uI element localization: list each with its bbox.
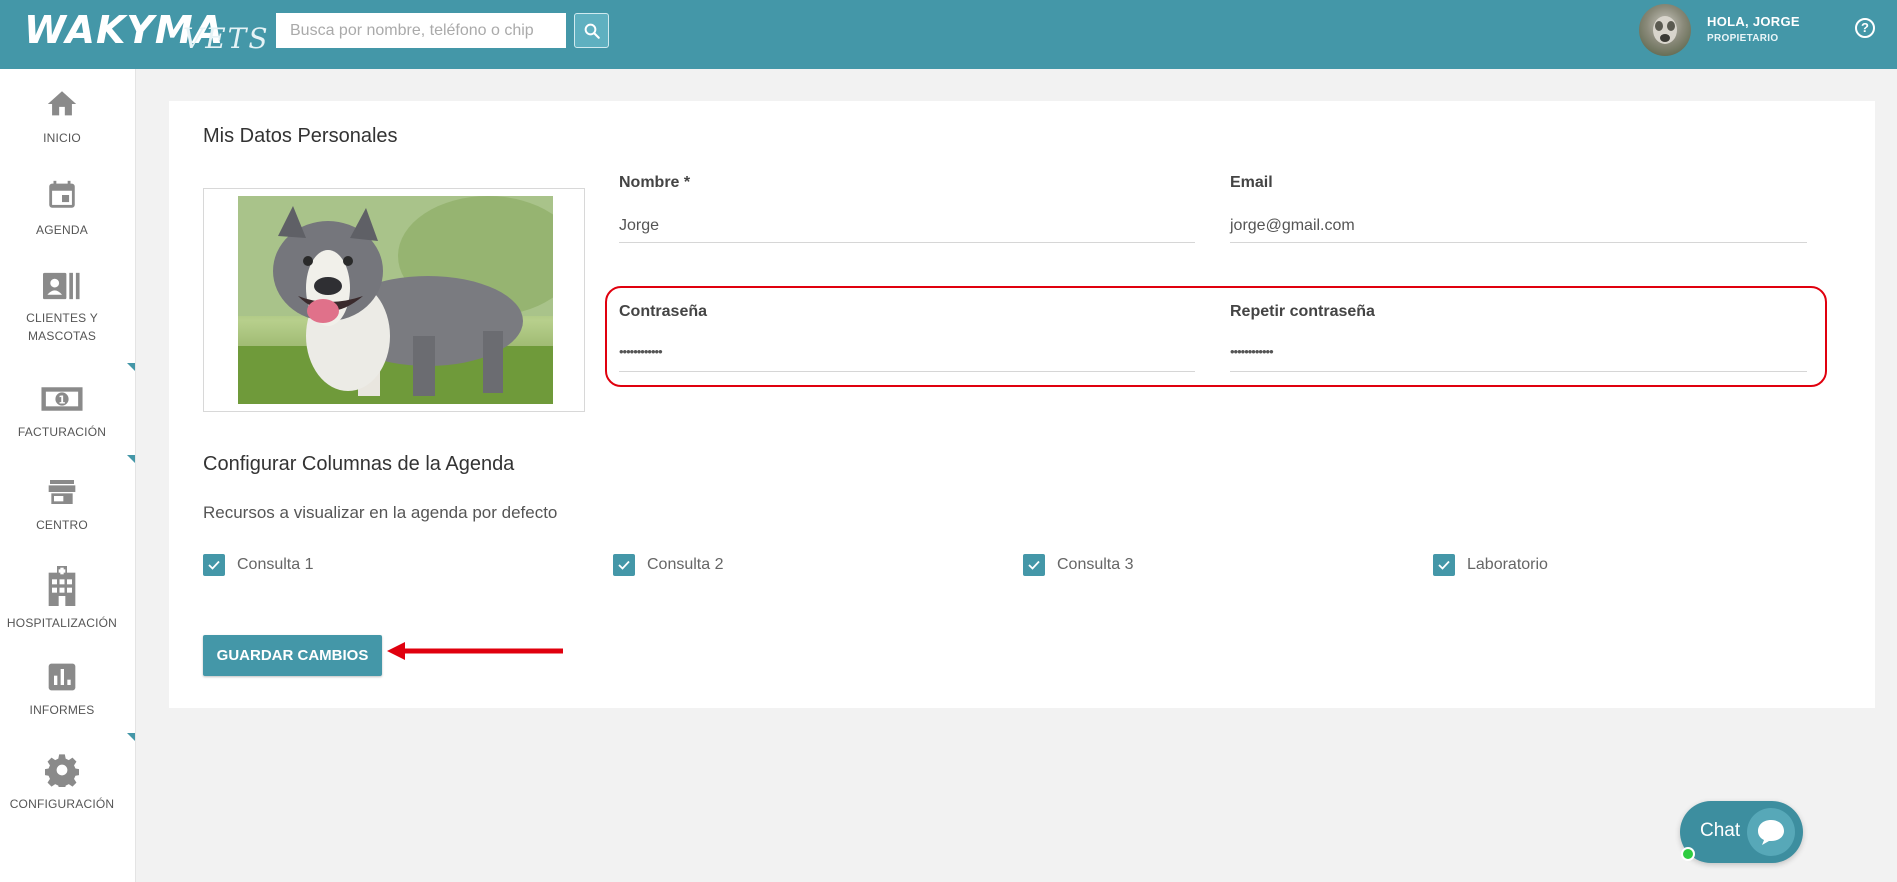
user-greeting[interactable]: HOLA, JORGE [1707,14,1800,29]
user-role: PROPIETARIO [1707,33,1779,44]
sidebar-item-label: FACTURACIÓN [17,425,107,439]
svg-text:1: 1 [58,394,65,406]
help-icon[interactable]: ? [1855,18,1875,38]
search-button[interactable] [574,13,609,48]
save-changes-button[interactable]: GUARDAR CAMBIOS [203,635,382,676]
check-icon [208,560,220,570]
checkbox-checked[interactable] [203,554,225,576]
resource-checkbox-consulta-2[interactable]: Consulta 2 [613,554,724,576]
sidebar-item-label: INFORMES [29,703,95,717]
repeat-password-label: Repetir contraseña [1230,303,1375,320]
checkbox-label: Consulta 3 [1057,556,1134,573]
check-icon [1438,560,1450,570]
calendar-icon [49,180,75,208]
gear-icon [45,754,79,787]
personal-data-title: Mis Datos Personales [203,125,398,147]
chat-label: Chat [1700,820,1741,841]
money-icon: 1 [41,387,83,411]
sidebar-expand-caret[interactable] [127,733,135,741]
sidebar-expand-caret[interactable] [127,363,135,371]
red-arrow-annotation [387,642,563,660]
sidebar-item-clientes[interactable]: CLIENTES Y MASCOTAS [0,271,124,345]
user-avatar[interactable] [1639,4,1691,56]
settings-card: Mis Datos Personales Nombre * Jorge Emai… [169,101,1875,708]
search-input[interactable] [276,13,566,48]
repeat-password-field-underline [1230,371,1807,372]
checkbox-label: Consulta 2 [647,556,724,573]
sidebar-item-agenda[interactable]: AGENDA [0,177,124,239]
sidebar: INICIO AGENDA CLIENTES Y MASCOTAS 1 FACT… [0,69,136,882]
checkbox-label: Laboratorio [1467,556,1548,573]
email-field-underline [1230,242,1807,243]
check-icon [618,560,630,570]
password-field-underline [619,371,1195,372]
checkbox-checked[interactable] [613,554,635,576]
name-field-underline [619,242,1195,243]
repeat-password-field[interactable]: •••••••••••• [1230,344,1274,359]
resource-checkbox-consulta-3[interactable]: Consulta 3 [1023,554,1134,576]
password-label: Contraseña [619,303,708,320]
dog-avatar-image [1653,16,1677,44]
online-status-dot [1681,847,1695,861]
chat-widget-button[interactable]: Chat [1680,801,1803,863]
sidebar-item-informes[interactable]: INFORMES [0,661,124,719]
profile-photo [238,196,553,404]
sidebar-item-configuracion[interactable]: CONFIGURACIÓN [0,753,124,813]
speech-bubble-icon [1758,820,1784,845]
store-icon [48,480,76,504]
sidebar-item-label: CLIENTES Y MASCOTAS [26,311,98,343]
checkbox-label: Consulta 1 [237,556,314,573]
checkbox-checked[interactable] [1433,554,1455,576]
search-icon [584,23,600,39]
sidebar-item-label: CENTRO [36,518,88,532]
sidebar-item-facturacion[interactable]: 1 FACTURACIÓN [0,383,124,441]
top-bar: WAKYMA VETS HOLA, JORGE PROPIETARIO ? [0,0,1897,69]
sidebar-item-label: HOSPITALIZACIÓN [6,616,118,630]
chat-bubble-icon [1747,808,1795,856]
sidebar-item-hospitalizacion[interactable]: HOSPITALIZACIÓN [0,566,124,632]
sidebar-expand-caret[interactable] [127,455,135,463]
email-label: Email [1230,174,1273,191]
sidebar-item-label: INICIO [43,131,81,145]
agenda-config-title: Configurar Columnas de la Agenda [203,453,515,475]
sidebar-item-label: AGENDA [36,223,88,237]
password-field[interactable]: •••••••••••• [619,344,663,359]
sidebar-item-inicio[interactable]: INICIO [0,87,124,147]
resource-checkbox-consulta-1[interactable]: Consulta 1 [203,554,314,576]
name-field[interactable]: Jorge [619,217,659,235]
sidebar-item-label: CONFIGURACIÓN [9,797,115,811]
chart-icon [48,663,76,691]
name-label: Nombre * [619,174,691,191]
profile-photo-frame[interactable] [203,188,585,412]
vets-logo-text: VETS [183,22,270,55]
dog-photo-image [238,196,553,404]
check-icon [1028,560,1040,570]
hospital-icon [48,566,76,606]
sidebar-item-centro[interactable]: CENTRO [0,476,124,534]
email-field[interactable]: jorge@gmail.com [1230,217,1355,235]
contacts-icon [43,272,80,300]
home-icon [47,91,77,116]
resource-checkbox-laboratorio[interactable]: Laboratorio [1433,554,1548,576]
agenda-config-subtitle: Recursos a visualizar en la agenda por d… [203,503,558,522]
checkbox-checked[interactable] [1023,554,1045,576]
